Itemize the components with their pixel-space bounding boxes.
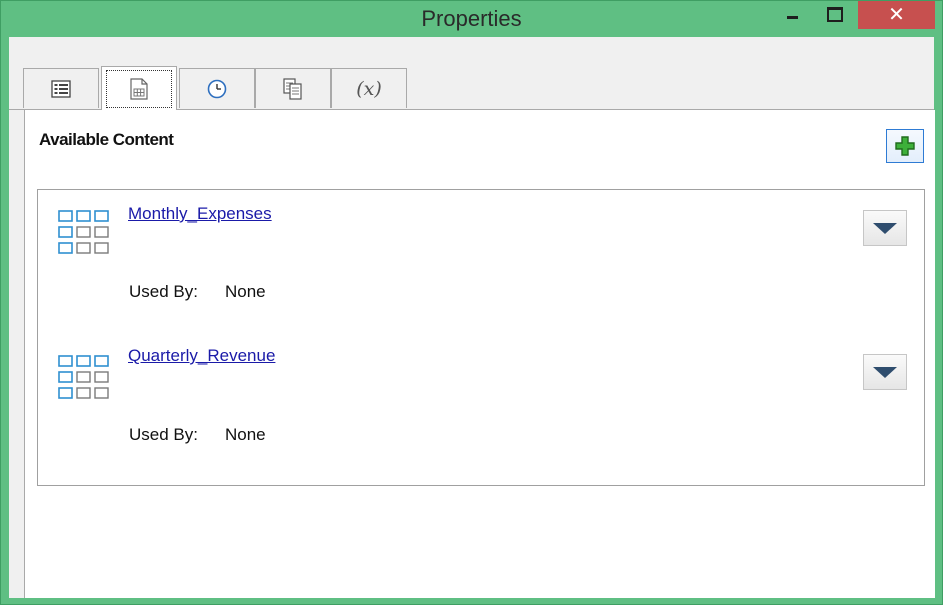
content-item: Quarterly_Revenue Used By: None xyxy=(37,335,925,486)
maximize-button[interactable] xyxy=(818,1,848,29)
section-title: Available Content xyxy=(39,130,174,149)
properties-window: Properties ✕ (x) Available Content Month… xyxy=(0,0,943,605)
used-by-value: None xyxy=(225,282,266,301)
maximize-icon xyxy=(827,7,843,22)
content-item-link[interactable]: Monthly_Expenses xyxy=(128,204,272,224)
content-item: Monthly_Expenses Used By: None xyxy=(37,189,925,336)
chevron-down-icon xyxy=(873,222,897,234)
add-icon xyxy=(895,136,915,156)
minimize-button[interactable] xyxy=(777,1,807,29)
tab-list[interactable] xyxy=(23,68,99,108)
close-button[interactable]: ✕ xyxy=(858,1,935,29)
clock-icon xyxy=(207,79,227,98)
minimize-icon xyxy=(787,16,798,19)
content-item-link[interactable]: Quarterly_Revenue xyxy=(128,346,275,366)
add-content-button[interactable] xyxy=(886,129,924,163)
used-by-value: None xyxy=(225,425,266,444)
tab-content[interactable] xyxy=(101,66,177,110)
item-dropdown-button[interactable] xyxy=(863,210,907,246)
window-client-area: (x) Available Content Monthly_Expenses U… xyxy=(9,37,935,598)
used-by-label: Used By: xyxy=(129,282,198,301)
used-by-label: Used By: xyxy=(129,425,198,444)
close-icon: ✕ xyxy=(888,2,905,26)
title-bar[interactable]: Properties ✕ xyxy=(1,1,942,37)
content-panel: Available Content Monthly_Expenses Used … xyxy=(24,110,935,598)
chevron-down-icon xyxy=(873,366,897,378)
focus-rectangle xyxy=(106,70,172,108)
variable-icon: (x) xyxy=(356,77,382,100)
copy-icon xyxy=(283,77,302,100)
tab-strip: (x) xyxy=(9,37,934,110)
list-icon xyxy=(51,79,71,98)
item-dropdown-button[interactable] xyxy=(863,354,907,390)
tab-variables[interactable]: (x) xyxy=(331,68,407,108)
tab-schedule[interactable] xyxy=(179,68,255,108)
grid-icon xyxy=(58,210,112,263)
grid-icon xyxy=(58,355,112,408)
tab-copy[interactable] xyxy=(255,68,331,108)
